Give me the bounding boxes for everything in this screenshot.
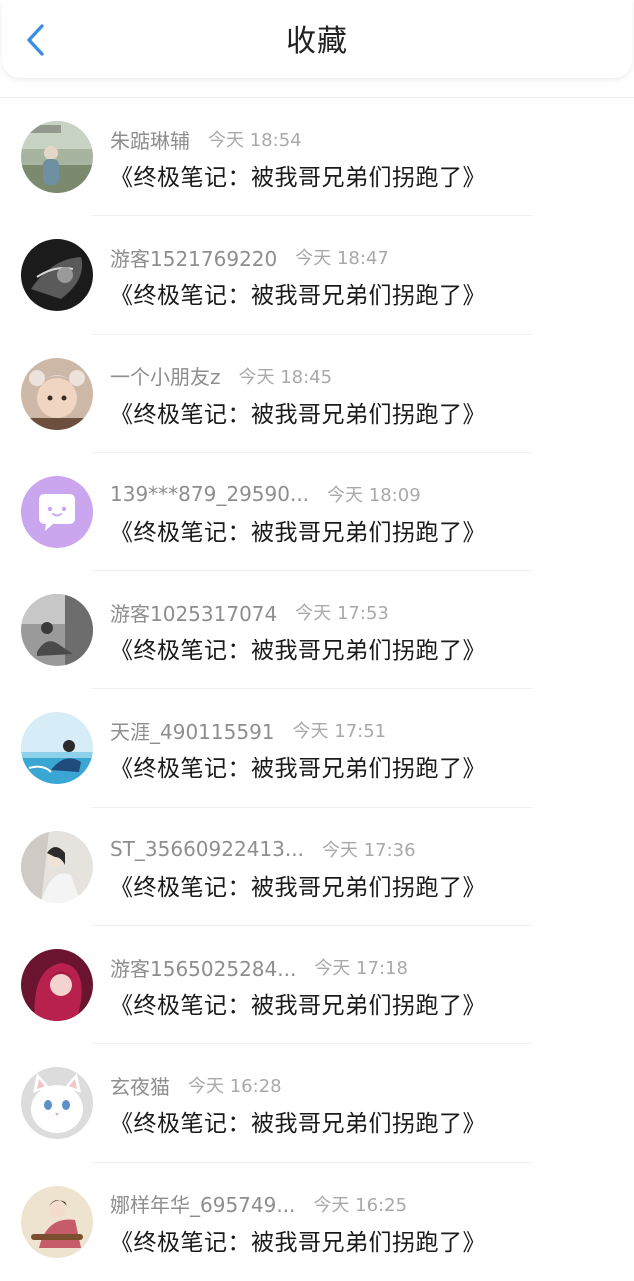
item-meta: 游客1565025284... 今天 17:18 bbox=[110, 953, 408, 982]
avatar[interactable] bbox=[21, 594, 93, 667]
list-item[interactable]: 娜样年华_695749... 今天 16:25 《终极笔记：被我哥兄弟们拐跑了》 bbox=[0, 1163, 634, 1281]
item-meta: 游客1521769220 今天 18:47 bbox=[110, 243, 389, 272]
item-meta: 朱踮琳辅 今天 18:54 bbox=[110, 125, 302, 154]
favorited-title[interactable]: 《终极笔记：被我哥兄弟们拐跑了》 bbox=[110, 1104, 486, 1138]
username[interactable]: 朱踮琳辅 bbox=[110, 125, 190, 154]
favorited-title[interactable]: 《终极笔记：被我哥兄弟们拐跑了》 bbox=[110, 1223, 486, 1257]
timestamp: 今天 16:28 bbox=[188, 1076, 282, 1098]
item-meta: 玄夜猫 今天 16:28 bbox=[110, 1071, 282, 1100]
avatar[interactable] bbox=[21, 357, 93, 430]
item-meta: 游客1025317074 今天 17:53 bbox=[110, 598, 389, 627]
avatar[interactable] bbox=[21, 239, 93, 312]
username[interactable]: ST_35660922413... bbox=[110, 837, 304, 861]
list-item[interactable]: 游客1565025284... 今天 17:18 《终极笔记：被我哥兄弟们拐跑了… bbox=[0, 926, 634, 1045]
timestamp: 今天 17:51 bbox=[292, 721, 387, 743]
list-item[interactable]: 游客1521769220 今天 18:47 《终极笔记：被我哥兄弟们拐跑了》 bbox=[0, 216, 634, 335]
favorited-title[interactable]: 《终极笔记：被我哥兄弟们拐跑了》 bbox=[110, 276, 486, 310]
list-item[interactable]: 139***879_29590... 今天 18:09 《终极笔记：被我哥兄弟们… bbox=[0, 453, 634, 572]
avatar[interactable] bbox=[21, 1067, 93, 1140]
avatar[interactable] bbox=[21, 1185, 93, 1258]
timestamp: 今天 18:47 bbox=[295, 248, 389, 270]
favorited-title[interactable]: 《终极笔记：被我哥兄弟们拐跑了》 bbox=[110, 868, 486, 902]
list-item[interactable]: ST_35660922413... 今天 17:36 《终极笔记：被我哥兄弟们拐… bbox=[0, 808, 634, 927]
avatar[interactable] bbox=[21, 830, 93, 903]
avatar[interactable] bbox=[21, 121, 93, 193]
favorites-list: 朱踮琳辅 今天 18:54 《终极笔记：被我哥兄弟们拐跑了》 游客1521769… bbox=[0, 98, 634, 1281]
favorited-title[interactable]: 《终极笔记：被我哥兄弟们拐跑了》 bbox=[110, 986, 486, 1020]
favorited-title[interactable]: 《终极笔记：被我哥兄弟们拐跑了》 bbox=[110, 749, 486, 783]
timestamp: 今天 17:53 bbox=[295, 603, 389, 625]
timestamp: 今天 17:18 bbox=[314, 958, 408, 980]
item-meta: ST_35660922413... 今天 17:36 bbox=[110, 836, 416, 862]
timestamp: 今天 16:25 bbox=[313, 1194, 408, 1216]
timestamp: 今天 18:09 bbox=[327, 484, 421, 506]
top-bar: 收藏 bbox=[2, 0, 632, 78]
list-item[interactable]: 玄夜猫 今天 16:28 《终极笔记：被我哥兄弟们拐跑了》 bbox=[0, 1044, 634, 1163]
favorited-title[interactable]: 《终极笔记：被我哥兄弟们拐跑了》 bbox=[110, 631, 486, 665]
favorited-title[interactable]: 《终极笔记：被我哥兄弟们拐跑了》 bbox=[110, 395, 486, 429]
username[interactable]: 玄夜猫 bbox=[110, 1071, 170, 1100]
username[interactable]: 娜样年华_695749... bbox=[110, 1189, 295, 1218]
item-meta: 139***879_29590... 今天 18:09 bbox=[110, 481, 421, 507]
username[interactable]: 游客1025317074 bbox=[110, 598, 277, 627]
favorited-title[interactable]: 《终极笔记：被我哥兄弟们拐跑了》 bbox=[110, 513, 486, 547]
avatar[interactable] bbox=[21, 712, 93, 785]
timestamp: 今天 18:54 bbox=[208, 130, 302, 151]
favorited-title[interactable]: 《终极笔记：被我哥兄弟们拐跑了》 bbox=[110, 158, 486, 192]
username[interactable]: 游客1565025284... bbox=[110, 953, 296, 982]
item-meta: 娜样年华_695749... 今天 16:25 bbox=[110, 1191, 407, 1217]
item-meta: 天涯_490115591 今天 17:51 bbox=[110, 716, 387, 745]
page-title: 收藏 bbox=[286, 24, 348, 59]
list-item[interactable]: 朱踮琳辅 今天 18:54 《终极笔记：被我哥兄弟们拐跑了》 bbox=[0, 98, 634, 217]
avatar[interactable] bbox=[21, 475, 93, 548]
timestamp: 今天 18:45 bbox=[238, 366, 333, 388]
username[interactable]: 一个小朋友z bbox=[110, 361, 221, 390]
username[interactable]: 天涯_490115591 bbox=[110, 716, 275, 745]
list-item[interactable]: 游客1025317074 今天 17:53 《终极笔记：被我哥兄弟们拐跑了》 bbox=[0, 571, 634, 690]
item-meta: 一个小朋友z 今天 18:45 bbox=[110, 363, 332, 389]
list-item[interactable]: 一个小朋友z 今天 18:45 《终极笔记：被我哥兄弟们拐跑了》 bbox=[0, 335, 634, 453]
avatar[interactable] bbox=[21, 949, 93, 1022]
username[interactable]: 139***879_29590... bbox=[110, 482, 309, 506]
timestamp: 今天 17:36 bbox=[321, 839, 416, 861]
username[interactable]: 游客1521769220 bbox=[110, 243, 277, 272]
list-item[interactable]: 天涯_490115591 今天 17:51 《终极笔记：被我哥兄弟们拐跑了》 bbox=[0, 689, 634, 808]
